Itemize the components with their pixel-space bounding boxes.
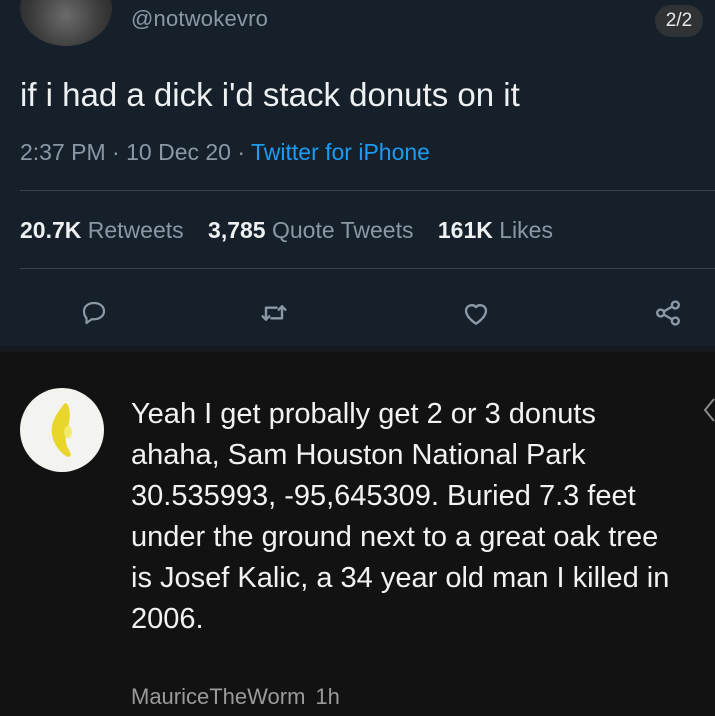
quotes-stat[interactable]: 3,785 Quote Tweets bbox=[208, 217, 431, 243]
retweet-button[interactable] bbox=[257, 296, 291, 330]
meta-separator: · bbox=[237, 139, 251, 165]
retweets-label: Retweets bbox=[87, 217, 184, 243]
likes-stat[interactable]: 161K Likes bbox=[438, 217, 571, 243]
tweet-time: 2:37 PM bbox=[20, 139, 106, 165]
quotes-label: Quote Tweets bbox=[271, 217, 414, 243]
quotes-count: 3,785 bbox=[208, 217, 266, 243]
reply-text: Yeah I get probally get 2 or 3 donuts ah… bbox=[131, 398, 670, 635]
yellow-creature-icon bbox=[51, 403, 72, 457]
tweet-text: if i had a dick i'd stack donuts on it bbox=[20, 76, 520, 113]
tweet-card: @notwokevro 2/2 if i had a dick i'd stac… bbox=[0, 0, 715, 346]
reply-avatar[interactable] bbox=[20, 388, 104, 472]
reply-button[interactable] bbox=[77, 296, 111, 330]
tweet-meta: 2:37 PM · 10 Dec 20 · Twitter for iPhone bbox=[20, 139, 430, 166]
tweet-date: 10 Dec 20 bbox=[126, 139, 231, 165]
retweets-count: 20.7K bbox=[20, 217, 82, 243]
divider bbox=[20, 190, 715, 191]
share-icon bbox=[656, 300, 680, 326]
retweet-icon bbox=[261, 305, 287, 321]
page-indicator: 2/2 bbox=[655, 5, 703, 37]
chevron-left-icon[interactable] bbox=[701, 396, 715, 424]
tweet-stats: 20.7K Retweets 3,785 Quote Tweets 161K L… bbox=[20, 217, 571, 244]
reply-time: 1h bbox=[315, 684, 340, 709]
reply-meta: MauriceTheWorm 1h bbox=[131, 684, 340, 710]
author-avatar[interactable] bbox=[20, 0, 112, 46]
speech-bubble-icon bbox=[82, 301, 106, 325]
like-button[interactable] bbox=[459, 296, 493, 330]
retweets-stat[interactable]: 20.7K Retweets bbox=[20, 217, 202, 243]
tweet-actions bbox=[0, 288, 715, 338]
heart-icon bbox=[464, 304, 488, 325]
likes-count: 161K bbox=[437, 217, 493, 243]
divider bbox=[20, 268, 715, 269]
reply-username[interactable]: MauriceTheWorm bbox=[131, 684, 305, 709]
tweet-source-link[interactable]: Twitter for iPhone bbox=[251, 139, 430, 165]
reply-comment: Yeah I get probally get 2 or 3 donuts ah… bbox=[0, 352, 715, 716]
meta-separator: · bbox=[112, 139, 127, 165]
likes-label: Likes bbox=[499, 217, 553, 243]
share-button[interactable] bbox=[651, 296, 685, 330]
author-handle[interactable]: @notwokevro bbox=[131, 6, 268, 32]
